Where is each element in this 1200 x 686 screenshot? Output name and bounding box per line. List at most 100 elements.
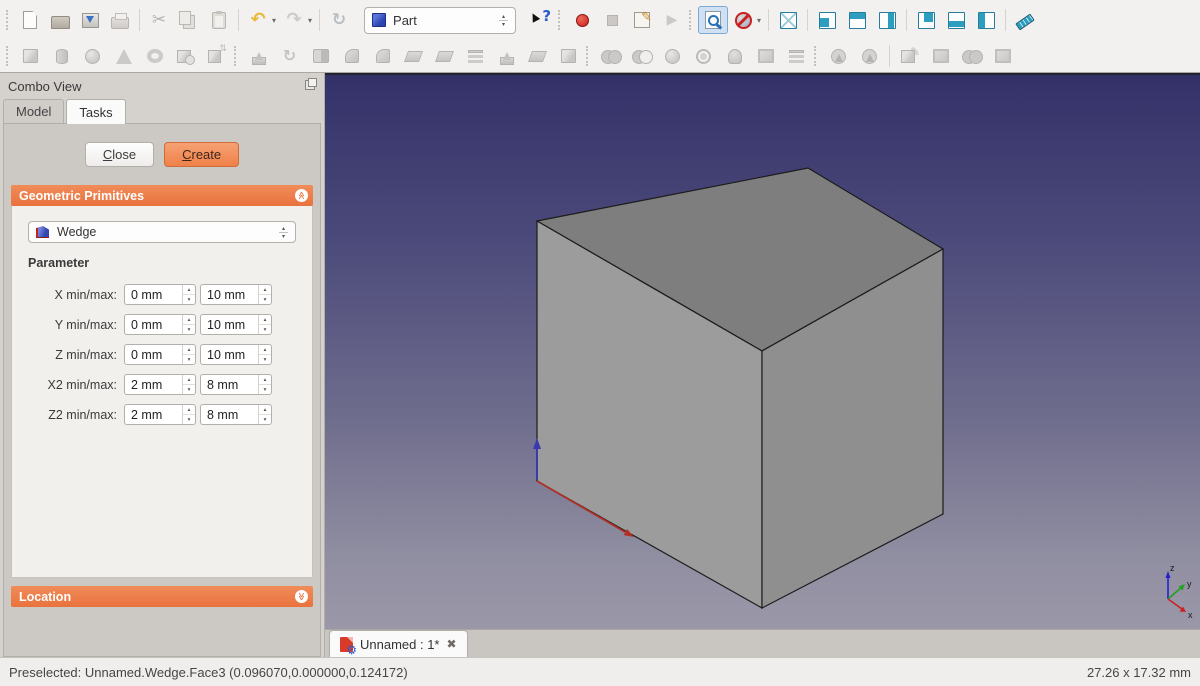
part-reorient-button[interactable] — [987, 43, 1018, 69]
param-x-min-spin-buttons[interactable]: ▴▾ — [182, 285, 195, 304]
part-sweep-button[interactable] — [491, 43, 522, 69]
undo-dropdown[interactable]: ▾ — [272, 16, 276, 25]
param-y-min-spinbox[interactable]: 0 mm▴▾ — [124, 314, 196, 335]
part-create-primitives-button[interactable] — [170, 43, 201, 69]
param-z2-min-spin-down[interactable]: ▾ — [183, 415, 195, 424]
param-z-min-spinbox[interactable]: 0 mm▴▾ — [124, 344, 196, 365]
undo-button[interactable]: ↶ — [243, 6, 273, 34]
copy-button[interactable] — [174, 6, 204, 34]
param-z2-max-spin-up[interactable]: ▴ — [259, 405, 271, 415]
toolbar-handle[interactable] — [689, 10, 693, 30]
toolbar-handle[interactable] — [6, 10, 10, 30]
param-x-max-spinbox[interactable]: 10 mm▴▾ — [200, 284, 272, 305]
undock-panel-icon[interactable] — [305, 80, 315, 90]
close-button[interactable]: Close — [85, 142, 154, 167]
param-z2-max-spinbox[interactable]: 8 mm▴▾ — [200, 404, 272, 425]
whats-this-button[interactable] — [526, 6, 556, 34]
part-compound-button[interactable] — [750, 43, 781, 69]
cut-button[interactable]: ✂ — [144, 6, 174, 34]
param-x-max-spin-up[interactable]: ▴ — [259, 285, 271, 295]
part-refine-shape-button[interactable] — [956, 43, 987, 69]
param-y-max-spin-up[interactable]: ▴ — [259, 315, 271, 325]
toolbar-handle[interactable] — [586, 46, 590, 66]
param-x2-max-spin-down[interactable]: ▾ — [259, 385, 271, 394]
part-extrude-button[interactable] — [243, 43, 274, 69]
macro-stop-button[interactable] — [597, 6, 627, 34]
part-check-geometry-button[interactable] — [719, 43, 750, 69]
param-x2-min-spin-up[interactable]: ▴ — [183, 375, 195, 385]
param-x2-min-value[interactable]: 2 mm — [125, 375, 182, 394]
param-z-max-spin-up[interactable]: ▴ — [259, 345, 271, 355]
part-sphere-button[interactable] — [77, 43, 108, 69]
tab-tasks[interactable]: Tasks — [66, 99, 125, 124]
toolbar-handle[interactable] — [814, 46, 818, 66]
workbench-selector[interactable]: Part▴▾ — [364, 7, 516, 34]
part-thickness-button[interactable] — [553, 43, 584, 69]
part-make-face-button[interactable] — [398, 43, 429, 69]
part-box-button[interactable] — [15, 43, 46, 69]
part-cylinder-button[interactable] — [46, 43, 77, 69]
param-z-max-value[interactable]: 10 mm — [201, 345, 258, 364]
create-button[interactable]: Create — [164, 142, 239, 167]
param-z2-min-spin-up[interactable]: ▴ — [183, 405, 195, 415]
part-attachment-button[interactable] — [925, 43, 956, 69]
view-top-button[interactable] — [842, 6, 872, 34]
refresh-button[interactable]: ↻ — [324, 6, 354, 34]
param-x-min-spinbox[interactable]: 0 mm▴▾ — [124, 284, 196, 305]
document-tab[interactable]: Unnamed : 1* ✖ — [329, 630, 468, 657]
part-split-button[interactable] — [854, 43, 885, 69]
part-section-button[interactable] — [688, 43, 719, 69]
param-x-max-spin-down[interactable]: ▾ — [259, 295, 271, 304]
toolbar-handle[interactable] — [234, 46, 238, 66]
part-boolean-button[interactable] — [823, 43, 854, 69]
param-z2-max-value[interactable]: 8 mm — [201, 405, 258, 424]
param-x2-min-spinbox[interactable]: 2 mm▴▾ — [124, 374, 196, 395]
param-y-min-spin-down[interactable]: ▾ — [183, 325, 195, 334]
part-boolean-union-button[interactable] — [595, 43, 626, 69]
param-x2-min-spin-down[interactable]: ▾ — [183, 385, 195, 394]
workbench-selector-spinner[interactable]: ▴▾ — [499, 14, 508, 27]
param-x2-max-spin-up[interactable]: ▴ — [259, 375, 271, 385]
paste-button[interactable] — [204, 6, 234, 34]
param-z-min-value[interactable]: 0 mm — [125, 345, 182, 364]
geometric-primitives-header[interactable]: Geometric Primitives ≪ — [11, 185, 313, 206]
3d-viewport[interactable]: z y x — [325, 73, 1200, 629]
part-offset-button[interactable] — [522, 43, 553, 69]
param-x-max-value[interactable]: 10 mm — [201, 285, 258, 304]
param-y-min-spin-buttons[interactable]: ▴▾ — [182, 315, 195, 334]
param-y-max-value[interactable]: 10 mm — [201, 315, 258, 334]
part-mirror-button[interactable] — [305, 43, 336, 69]
part-torus-button[interactable] — [139, 43, 170, 69]
param-y-min-value[interactable]: 0 mm — [125, 315, 182, 334]
part-cross-sections-button[interactable] — [781, 43, 812, 69]
param-z2-min-spinbox[interactable]: 2 mm▴▾ — [124, 404, 196, 425]
expand-section-icon[interactable]: ≪ — [295, 590, 308, 603]
param-z-max-spin-down[interactable]: ▾ — [259, 355, 271, 364]
view-left-button[interactable] — [971, 6, 1001, 34]
part-defeaturing-button[interactable] — [894, 43, 925, 69]
param-z2-min-spin-buttons[interactable]: ▴▾ — [182, 405, 195, 424]
param-x2-min-spin-buttons[interactable]: ▴▾ — [182, 375, 195, 394]
param-z-max-spin-buttons[interactable]: ▴▾ — [258, 345, 271, 364]
param-x-min-value[interactable]: 0 mm — [125, 285, 182, 304]
tab-model[interactable]: Model — [3, 99, 64, 123]
param-z-min-spin-down[interactable]: ▾ — [183, 355, 195, 364]
primitive-type-spinner[interactable]: ▴▾ — [279, 226, 288, 239]
draw-style-dropdown[interactable]: ▾ — [757, 16, 761, 25]
param-x-min-spin-up[interactable]: ▴ — [183, 285, 195, 295]
save-file-button[interactable] — [75, 6, 105, 34]
param-x-max-spin-buttons[interactable]: ▴▾ — [258, 285, 271, 304]
macro-execute-button[interactable]: ▶ — [657, 6, 687, 34]
toolbar-handle[interactable] — [6, 46, 10, 66]
draw-style-button[interactable] — [728, 6, 758, 34]
param-y-min-spin-up[interactable]: ▴ — [183, 315, 195, 325]
location-header[interactable]: Location ≪ — [11, 586, 313, 607]
param-z-min-spin-up[interactable]: ▴ — [183, 345, 195, 355]
macro-edit-button[interactable] — [627, 6, 657, 34]
measure-distance-button[interactable] — [1010, 6, 1040, 34]
redo-button[interactable]: ↷ — [279, 6, 309, 34]
param-z2-min-value[interactable]: 2 mm — [125, 405, 182, 424]
part-cone-button[interactable] — [108, 43, 139, 69]
view-right-button[interactable] — [872, 6, 902, 34]
param-x2-max-spinbox[interactable]: 8 mm▴▾ — [200, 374, 272, 395]
